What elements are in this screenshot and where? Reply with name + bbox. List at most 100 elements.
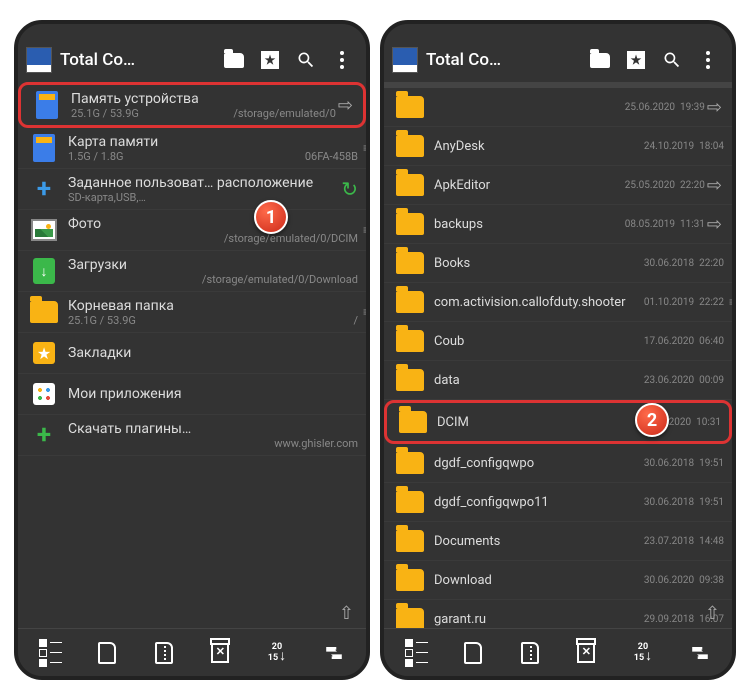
arrow-right-icon[interactable]: ⇨ <box>705 175 724 196</box>
zip-button[interactable] <box>147 636 181 670</box>
row-icon <box>26 296 62 328</box>
row-meta: 01.10.2019 22:22 <box>633 297 724 308</box>
topbar: Total Co… ★ <box>384 38 732 82</box>
menu-icon[interactable] <box>326 44 358 76</box>
row-label: ApkEditor <box>434 178 614 193</box>
row-label: Карта памяти <box>68 134 358 150</box>
bookmark-icon[interactable]: ★ <box>254 44 286 76</box>
copy-button[interactable] <box>456 636 490 670</box>
row-label: dgdf_configqwpo <box>434 456 633 471</box>
annotation-badge-2: 2 <box>635 403 669 437</box>
folder-icon <box>392 364 428 396</box>
folder-item[interactable]: com.activision.callofduty.shooter 01.10.… <box>384 283 732 322</box>
folder-item[interactable]: dgdf_configqwpo 30.06.2018 19:51 <box>384 444 732 483</box>
folder-item[interactable]: Download 30.06.2020 09:38 <box>384 561 732 600</box>
row-icon: ★ <box>26 337 62 369</box>
scroll-up-icon[interactable]: ⇧ <box>705 603 720 624</box>
row-icon: + <box>26 419 62 451</box>
row-label: Download <box>434 573 633 588</box>
search-icon[interactable] <box>656 44 688 76</box>
row-label: Закладки <box>68 345 358 361</box>
home-item[interactable]: Карта памяти1.5G / 1.8G06FA-458B≡ <box>18 128 366 169</box>
folder-item[interactable]: backups 08.05.2019 11:31⇨ <box>384 205 732 244</box>
row-icon <box>26 132 62 164</box>
row-label: backups <box>434 217 614 232</box>
row-meta: 30.06.2018 19:51 <box>633 497 724 508</box>
folder-item[interactable]: Coub 17.06.2020 06:40 <box>384 322 732 361</box>
row-label: Память устройства <box>71 91 336 107</box>
row-meta: 25.06.2020 19:39 <box>614 102 705 113</box>
home-item[interactable]: + Заданное пользоват… расположениеSD-кар… <box>18 169 366 210</box>
row-meta: 30.06.2018 22:20 <box>633 258 724 269</box>
statusbar <box>384 24 732 38</box>
panel-handle-icon[interactable]: ≡ <box>729 295 732 309</box>
arrow-right-icon[interactable]: ⇨ <box>336 95 355 116</box>
folder-item[interactable]: AnyDesk 24.10.2019 18:04 <box>384 127 732 166</box>
arrow-right-icon[interactable]: ⇨ <box>705 97 724 118</box>
panel-handle-icon[interactable]: ≡ <box>363 141 366 155</box>
menu-icon[interactable] <box>692 44 724 76</box>
folder-item[interactable]: dgdf_configqwpo11 30.06.2018 19:51 <box>384 483 732 522</box>
folder-item[interactable]: ApkEditor 25.05.2020 22:20⇨ <box>384 166 732 205</box>
row-icon <box>29 89 65 121</box>
folder-icon <box>395 406 431 438</box>
folder-icon <box>392 525 428 557</box>
transfer-button[interactable] <box>317 636 351 670</box>
row-label: Books <box>434 256 633 271</box>
folder-item[interactable]: DCIM 25.06.2020 10:312 <box>384 400 732 444</box>
select-button[interactable] <box>399 636 433 670</box>
zip-button[interactable] <box>513 636 547 670</box>
sort-button[interactable]: 2015 <box>626 636 660 670</box>
home-item[interactable]: Корневая папка25.1G / 53.9G/≡ <box>18 292 366 333</box>
folder-icon <box>392 169 428 201</box>
folder-item[interactable]: 25.06.2020 19:39⇨ <box>384 88 732 127</box>
panel-handle-icon[interactable]: ≡ <box>363 305 366 319</box>
home-list: 1 Память устройства25.1G / 53.9G/storage… <box>18 82 366 628</box>
panel-handle-icon[interactable]: ≡ <box>363 223 366 237</box>
topbar: Total Co… ★ <box>18 38 366 82</box>
row-meta: 25.05.2020 22:20 <box>614 180 705 191</box>
home-item[interactable]: Память устройства25.1G / 53.9G/storage/e… <box>18 82 366 128</box>
new-folder-icon[interactable] <box>218 44 250 76</box>
scroll-up-icon[interactable]: ⇧ <box>339 603 354 624</box>
row-icon: ↓ <box>26 255 62 287</box>
home-item[interactable]: + Скачать плагины…www.ghisler.com <box>18 415 366 456</box>
delete-button[interactable]: ✕ <box>203 636 237 670</box>
row-label: Фото <box>68 216 358 232</box>
arrow-right-icon[interactable]: ⇨ <box>705 214 724 235</box>
row-meta: 23.06.2020 00:09 <box>633 375 724 386</box>
copy-button[interactable] <box>90 636 124 670</box>
home-item[interactable]: ★ Закладки <box>18 333 366 374</box>
folder-icon <box>392 130 428 162</box>
home-item[interactable]: Фото/storage/emulated/0/DCIM≡ <box>18 210 366 251</box>
row-meta: 08.05.2019 11:31 <box>614 219 705 230</box>
folder-icon <box>392 603 428 628</box>
row-label: com.activision.callofduty.shooter <box>434 295 633 310</box>
row-label: Мои приложения <box>68 386 358 402</box>
folder-icon <box>392 564 428 596</box>
transfer-button[interactable] <box>683 636 717 670</box>
home-item[interactable]: ↓ Загрузки/storage/emulated/0/Download <box>18 251 366 292</box>
search-icon[interactable] <box>290 44 322 76</box>
row-label: dgdf_configqwpo11 <box>434 495 633 510</box>
bookmark-icon[interactable]: ★ <box>620 44 652 76</box>
row-icon: + <box>26 173 62 205</box>
folder-icon <box>392 91 428 123</box>
app-icon <box>26 47 52 73</box>
home-item[interactable]: Мои приложения <box>18 374 366 415</box>
bottombar: ✕ 2015 <box>384 628 732 676</box>
row-label: garant.ru <box>434 612 633 627</box>
folder-item[interactable]: garant.ru 29.09.2018 16:07 <box>384 600 732 628</box>
new-folder-icon[interactable] <box>584 44 616 76</box>
phone-left: Total Co… ★ 1 Память устройства25.1G / 5… <box>14 20 370 680</box>
folder-item[interactable]: Books 30.06.2018 22:20 <box>384 244 732 283</box>
row-meta: 30.06.2020 09:38 <box>633 575 724 586</box>
select-button[interactable] <box>33 636 67 670</box>
file-list: 25.06.2020 19:39⇨ AnyDesk 24.10.2019 18:… <box>384 88 732 628</box>
reload-icon[interactable]: ↻ <box>341 177 358 201</box>
sort-button[interactable]: 2015 <box>260 636 294 670</box>
delete-button[interactable]: ✕ <box>569 636 603 670</box>
folder-item[interactable]: data 23.06.2020 00:09 <box>384 361 732 400</box>
row-label: Coub <box>434 334 633 349</box>
folder-item[interactable]: Documents 23.07.2018 14:48 <box>384 522 732 561</box>
